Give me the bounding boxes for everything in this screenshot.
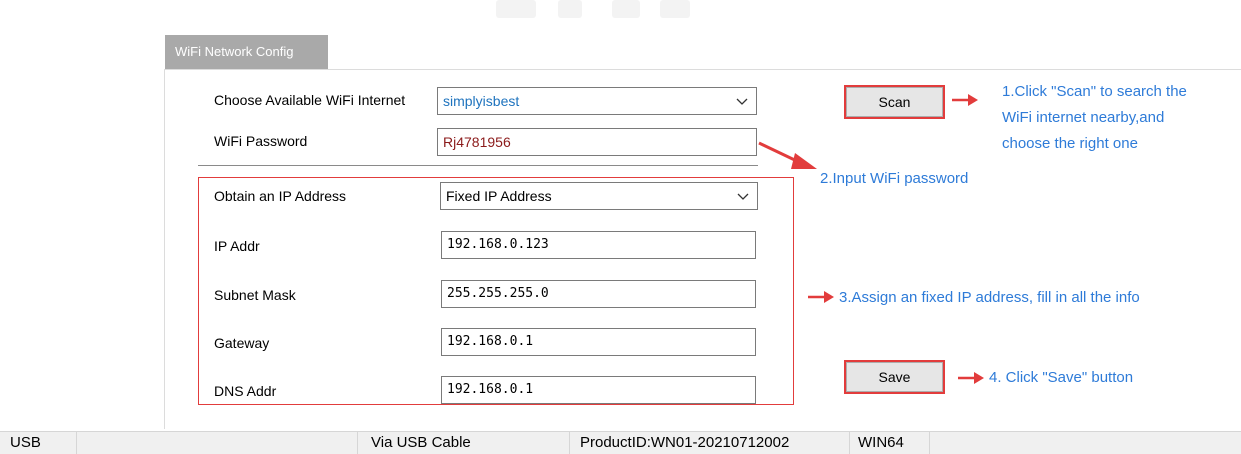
ip-addr-input[interactable]: 192.168.0.123	[441, 231, 756, 259]
status-bar: USB Via USB Cable ProductID:WN01-2021071…	[0, 431, 1241, 454]
watermark-mark	[612, 0, 640, 18]
scan-button[interactable]: Scan	[844, 85, 945, 119]
chevron-down-icon	[736, 98, 748, 105]
save-button[interactable]: Save	[844, 360, 945, 394]
gateway-input[interactable]: 192.168.0.1	[441, 328, 756, 356]
watermark-mark	[558, 0, 582, 18]
status-port: USB	[0, 432, 77, 454]
status-connection: Via USB Cable	[358, 432, 570, 454]
status-blank	[77, 432, 358, 454]
step1-note-line1: 1.Click "Scan" to search the	[1002, 83, 1187, 100]
ssid-select[interactable]: simplyisbest	[437, 87, 757, 115]
red-arrow-icon	[808, 291, 834, 303]
red-arrow-icon	[958, 372, 984, 384]
password-input[interactable]: Rj4781956	[437, 128, 757, 156]
red-arrow-icon	[952, 94, 978, 106]
step3-note: 3.Assign an fixed IP address, fill in al…	[839, 289, 1140, 306]
ip-mode-select[interactable]: Fixed IP Address	[440, 182, 758, 210]
red-arrow-icon	[758, 141, 817, 169]
tab-panel-left-border	[164, 69, 165, 429]
step2-note: 2.Input WiFi password	[820, 170, 969, 187]
dns-addr-input[interactable]: 192.168.0.1	[441, 376, 756, 404]
ip-addr-label: IP Addr	[214, 238, 260, 254]
tab-wifi-network-config[interactable]: WiFi Network Config	[165, 35, 328, 69]
status-platform: WIN64	[850, 432, 930, 454]
watermark-mark	[496, 0, 536, 18]
step1-note-line3: choose the right one	[1002, 135, 1138, 152]
ssid-label: Choose Available WiFi Internet	[214, 92, 406, 108]
subnet-mask-label: Subnet Mask	[214, 287, 296, 303]
watermark-mark	[660, 0, 690, 18]
dns-addr-label: DNS Addr	[214, 383, 277, 399]
section-separator	[198, 165, 758, 166]
step4-note: 4. Click "Save" button	[989, 369, 1134, 386]
password-label: WiFi Password	[214, 133, 308, 149]
status-product-id: ProductID:WN01-20210712002	[570, 432, 850, 454]
subnet-mask-input[interactable]: 255.255.255.0	[441, 280, 756, 308]
ip-mode-value: Fixed IP Address	[446, 188, 552, 204]
tab-panel-border	[165, 69, 1241, 70]
chevron-down-icon	[737, 193, 749, 200]
ssid-select-value: simplyisbest	[443, 93, 520, 109]
step1-note-line2: WiFi internet nearby,and	[1002, 109, 1165, 126]
ip-mode-label: Obtain an IP Address	[214, 188, 347, 204]
gateway-label: Gateway	[214, 335, 270, 351]
